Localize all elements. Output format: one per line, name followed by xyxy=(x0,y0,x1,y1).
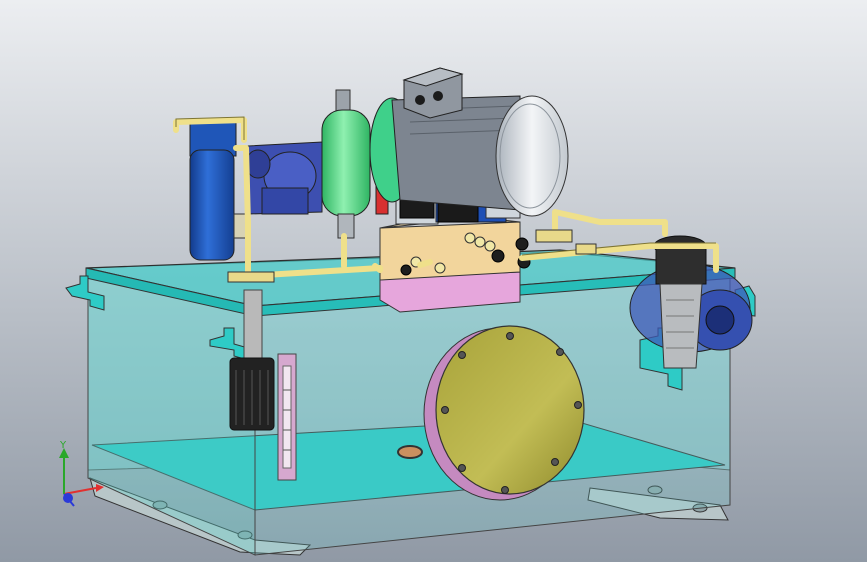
level-gauge[interactable] xyxy=(277,353,297,481)
motor-fan-cover xyxy=(495,95,569,217)
drain-plug[interactable] xyxy=(397,445,423,459)
valve-manifold[interactable] xyxy=(379,213,531,313)
y-axis-label: Y xyxy=(59,440,67,451)
coordinate-triad: Y xyxy=(59,440,104,507)
hydraulic-power-unit-model[interactable] xyxy=(0,0,867,562)
pump[interactable] xyxy=(245,141,323,215)
x-axis-arrow xyxy=(96,484,104,492)
cad-viewport[interactable]: Y xyxy=(0,0,867,562)
z-axis-origin xyxy=(63,493,73,503)
